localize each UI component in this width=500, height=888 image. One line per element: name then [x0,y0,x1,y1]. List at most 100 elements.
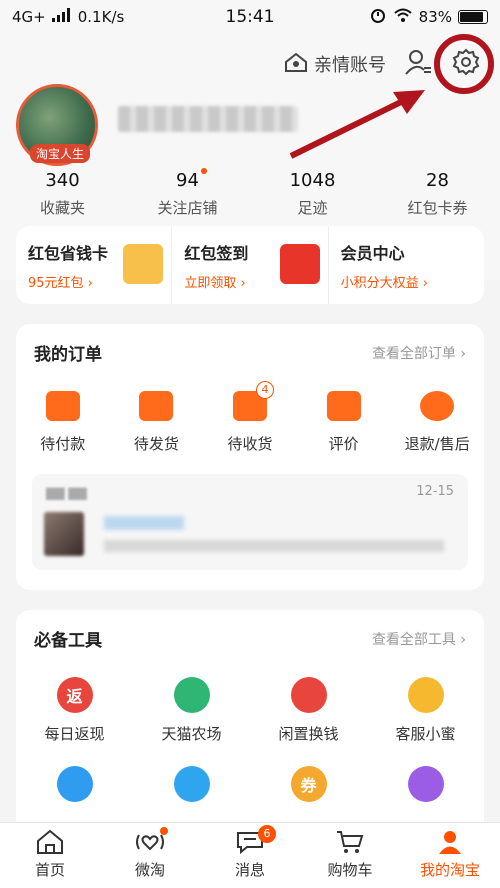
cart-icon [335,829,365,855]
promo-sub: 小积分大权益 › [340,276,428,291]
stat-footprints[interactable]: 1048 足迹 [250,170,375,218]
order-pending-shipment[interactable]: 待发货 [110,391,204,454]
stat-favorites[interactable]: 340 收藏夹 [0,170,125,218]
order-label: 待发货 [133,435,179,453]
order-label: 待收货 [227,435,273,453]
wallet-icon [45,391,80,421]
comment-icon [326,391,361,421]
tool-idle-exchange[interactable]: 闲置换钱 [250,677,367,744]
username-blurred [118,106,298,132]
view-all-tools-link[interactable]: 查看全部工具 › [372,629,466,649]
drop-icon [56,766,93,802]
refund-icon [420,391,455,421]
section-title: 必备工具 [34,631,102,651]
paint-icon [407,766,444,802]
order-label: 待付款 [40,435,86,453]
money-bag-icon [290,677,327,713]
stat-label: 收藏夹 [39,199,85,217]
promo-checkin[interactable]: 红包签到 立即领取 › [171,226,327,304]
tool-grid: 返 每日返现 天猫农场 闲置换钱 客服小蜜 券 [16,667,484,834]
logistics-date: 12-15 [416,484,454,499]
stats-row: 340 收藏夹 94 关注店铺 1048 足迹 28 红包卡券 [0,168,500,218]
tool-item-6[interactable] [133,766,250,802]
user-tab-icon [435,829,465,855]
order-refund[interactable]: 退款/售后 [390,391,484,454]
tool-customer-service[interactable]: 客服小蜜 [367,677,484,744]
tool-item-5[interactable] [16,766,133,802]
cashback-icon: 返 [56,677,93,713]
tab-label: 首页 [34,861,65,879]
notification-dot [160,827,168,835]
tab-weitao[interactable]: 微淘 [100,823,200,888]
tools-card: 必备工具 查看全部工具 › 返 每日返现 天猫农场 闲置换钱 客服小蜜 券 [16,610,484,850]
order-pending-payment[interactable]: 待付款 [16,391,110,454]
promo-title: 会员中心 [340,244,405,263]
user-list-icon [404,48,432,81]
savings-card-icon [123,244,164,284]
stat-value-wrap: 94 [176,168,207,191]
tab-messages[interactable]: 6 消息 [200,823,300,888]
status-bar: 4G+ 0.1K/s 15:41 83% [0,0,500,34]
family-account-label: 亲情账号 [314,55,386,76]
order-review[interactable]: 评价 [297,391,391,454]
tool-daily-cashback[interactable]: 返 每日返现 [16,677,133,744]
stat-value: 94 [176,170,199,191]
order-label: 退款/售后 [404,435,470,453]
notification-dot [200,168,207,174]
order-pending-receipt[interactable]: 4 待收货 [203,381,297,454]
red-envelope-icon [279,244,320,284]
tool-label: 客服小蜜 [395,725,456,743]
box-icon [139,391,174,421]
view-all-orders-link[interactable]: 查看全部订单 › [372,343,466,363]
latest-logistics[interactable]: ▇▇ ▇▇ 12-15 [32,474,468,570]
settings-highlight-ring [434,34,494,94]
stat-followed-shops[interactable]: 94 关注店铺 [125,168,250,218]
promo-redpack-card[interactable]: 红包省钱卡 95元红包 › [16,226,171,304]
stat-value: 340 [45,170,80,191]
robot-icon [173,766,210,802]
tab-label: 消息 [234,861,265,879]
battery-icon [458,10,488,24]
logistics-title-blurred: ▇▇ ▇▇ [46,486,87,500]
annotation-arrow-icon [289,90,425,159]
order-status-row: 待付款 待发货 4 待收货 评价 退款/售后 [16,381,484,454]
tool-item-8[interactable] [367,766,484,802]
promo-card: 红包省钱卡 95元红包 › 红包签到 立即领取 › 会员中心 小积分大权益 › [16,226,484,304]
tab-cart[interactable]: 购物车 [300,823,400,888]
assistant-icon [407,677,444,713]
tool-label: 天猫农场 [161,725,222,743]
stat-value: 28 [426,170,449,191]
logistics-status-blurred [104,516,184,530]
section-title: 我的订单 [34,345,102,365]
stat-coupons[interactable]: 28 红包卡券 [375,170,500,218]
avatar-tag: 淘宝人生 [30,144,91,163]
tab-my-taobao[interactable]: 我的淘宝 [400,823,500,888]
tool-label: 闲置换钱 [278,725,339,743]
home-tab-icon [35,829,65,855]
stat-value: 1048 [289,170,336,191]
account-switch-button[interactable] [402,48,434,80]
farm-icon [173,677,210,713]
tools-header: 必备工具 查看全部工具 › [16,610,484,667]
stat-label: 红包卡券 [407,199,468,217]
orders-card: 我的订单 查看全部订单 › 待付款 待发货 4 待收货 评价 退款/售后 ▇▇ … [16,324,484,590]
message-badge: 6 [258,825,276,843]
bottom-tabbar: 首页 微淘 6 消息 购物车 我的淘宝 [0,822,500,888]
tab-label: 微淘 [134,861,165,879]
tab-home[interactable]: 首页 [0,823,100,888]
tool-item-7[interactable]: 券 [250,766,367,802]
order-label: 评价 [328,435,359,453]
home-icon [284,51,308,78]
promo-member-center[interactable]: 会员中心 小积分大权益 › [327,226,484,304]
stat-label: 足迹 [297,199,328,217]
order-badge: 4 [255,381,274,399]
product-thumbnail [44,512,84,556]
tool-label: 每日返现 [44,725,105,743]
tool-tmall-farm[interactable]: 天猫农场 [133,677,250,744]
family-account-button[interactable]: 亲情账号 [284,51,386,78]
orders-header: 我的订单 查看全部订单 › [16,324,484,381]
status-time: 15:41 [225,7,275,27]
stat-label: 关注店铺 [157,199,218,217]
tab-label: 购物车 [327,861,373,879]
tab-label: 我的淘宝 [419,861,480,879]
